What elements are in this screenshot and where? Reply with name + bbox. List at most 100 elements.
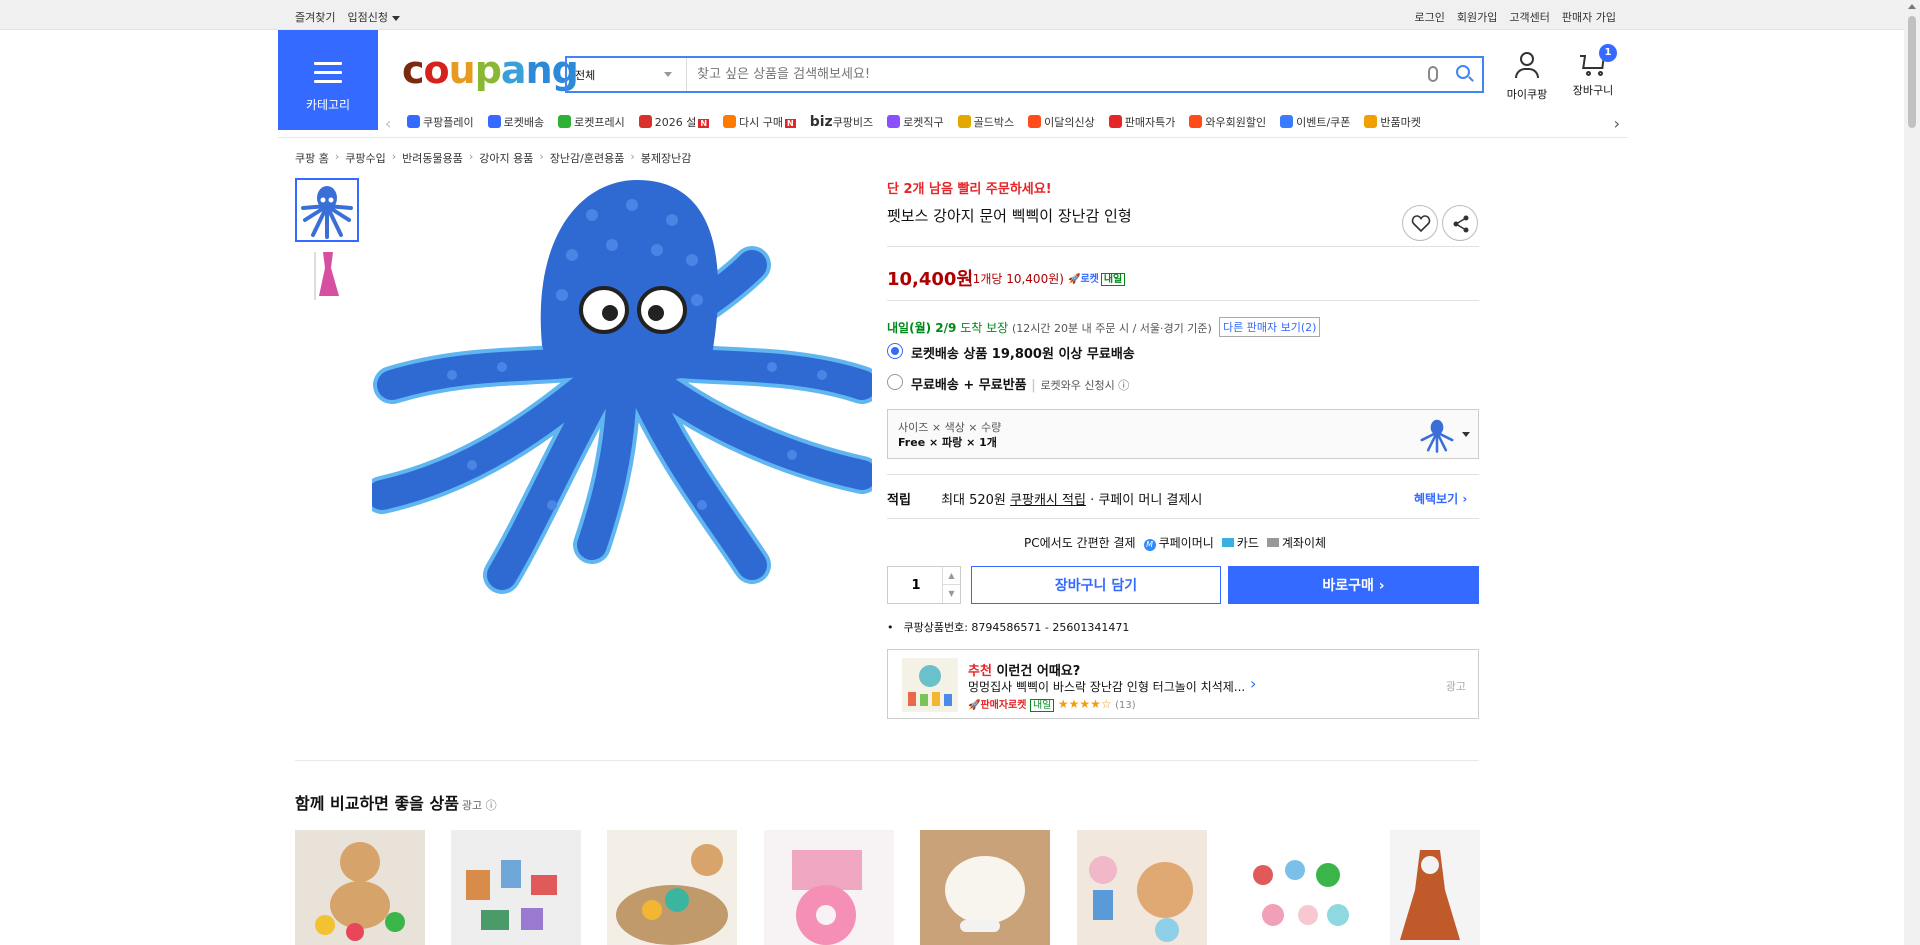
option-rocket-radio[interactable] — [887, 343, 903, 359]
search-scope-select[interactable]: 전체 — [567, 58, 687, 91]
wishlist-button[interactable] — [1402, 205, 1438, 241]
share-icon — [1453, 215, 1469, 233]
scroll-up-icon[interactable] — [1908, 4, 1916, 9]
compare-product-image[interactable] — [1390, 830, 1480, 945]
seller-apply-label: 입점신청 — [347, 11, 388, 24]
nav-item-icon — [1189, 115, 1203, 128]
add-to-cart-button[interactable]: 장바구니 담기 — [971, 566, 1221, 604]
nav-item-label: 다시 구매 — [739, 116, 784, 129]
nav-item[interactable]: 쿠팡플레이 — [407, 114, 474, 130]
divider — [887, 474, 1479, 475]
scrollbar-thumb[interactable] — [1908, 16, 1916, 128]
page-scrollbar[interactable] — [1904, 0, 1920, 945]
breadcrumb-separator-icon: › — [391, 150, 397, 163]
nav-item[interactable]: 골드박스 — [957, 114, 1014, 130]
variant-header: 사이즈 × 색상 × 수량 — [898, 421, 1002, 434]
pay-transfer-label: 계좌이체 — [1281, 536, 1327, 550]
compare-product-image[interactable] — [1233, 830, 1363, 945]
quantity-input[interactable] — [888, 567, 944, 603]
nav-item[interactable]: 로켓배송 — [487, 114, 544, 130]
cart-button[interactable]: 1 장바구니 — [1563, 44, 1623, 98]
nav-next-icon[interactable]: › — [1614, 114, 1620, 133]
pay-coupay-label: 쿠페이머니 — [1158, 536, 1214, 550]
coupang-logo[interactable]: coupang — [402, 48, 579, 92]
recommend-heading: 이런건 어때요? — [996, 664, 1081, 679]
breadcrumb-link[interactable]: 봉제장난감 — [641, 150, 692, 166]
quantity-up-icon[interactable]: ▲ — [942, 567, 960, 585]
nav-item[interactable]: 다시 구매 N — [723, 114, 796, 130]
signup-link[interactable]: 회원가입 — [1457, 9, 1497, 25]
nav-item[interactable]: biz쿠팡비즈 — [810, 114, 873, 130]
nav-item-label: 판매자특가 — [1124, 116, 1176, 129]
reward-label: 적립 — [887, 493, 911, 508]
nav-item-label: 이벤트/쿠폰 — [1296, 116, 1351, 129]
buy-now-button[interactable]: 바로구매 › — [1228, 566, 1479, 604]
breadcrumb-link[interactable]: 강아지 용품 — [479, 150, 533, 166]
nav-item[interactable]: 로켓직구 — [887, 114, 944, 130]
section-divider — [295, 760, 1479, 761]
stock-urgency-text: 단 2개 남음 빨리 주문하세요! — [887, 182, 1052, 197]
benefit-link[interactable]: 혜택보기 › — [1414, 490, 1467, 507]
product-main-image[interactable] — [372, 175, 872, 675]
thumbnail-pink-toy[interactable] — [295, 246, 359, 310]
breadcrumb-link[interactable]: 쿠팡수입 — [345, 150, 385, 166]
microphone-icon[interactable] — [1428, 66, 1438, 82]
compare-title-text: 함께 비교하면 좋을 상품 — [295, 794, 459, 813]
nav-item-icon — [558, 115, 572, 128]
compare-product-image[interactable] — [764, 830, 894, 945]
card-icon — [1221, 538, 1234, 547]
thumbnail-octopus[interactable] — [295, 178, 359, 242]
compare-product-image[interactable] — [607, 830, 737, 945]
nav-item[interactable]: 판매자특가 — [1108, 114, 1176, 130]
share-button[interactable] — [1442, 205, 1478, 241]
price: 10,400원 — [887, 269, 974, 290]
recommend-tag: 추천 — [968, 664, 992, 679]
compare-product-image[interactable] — [451, 830, 581, 945]
search-icon[interactable] — [1456, 65, 1470, 79]
quantity-down-icon[interactable]: ▼ — [942, 585, 960, 603]
nav-item-label: 로켓프레시 — [574, 116, 625, 129]
wow-signup-note: 로켓와우 신청시 ⓘ — [1040, 379, 1130, 392]
favorites-link[interactable]: 즐겨찾기 — [295, 9, 335, 25]
compare-product-image[interactable] — [920, 830, 1050, 945]
option-free-radio[interactable] — [887, 374, 903, 390]
category-button[interactable]: 카테고리 — [278, 30, 378, 130]
recommendation-card[interactable]: 추천 이런건 어때요? 멍멍집사 삑삑이 바스락 장난감 인형 터그놀이 치석제… — [887, 649, 1479, 719]
person-icon — [1497, 52, 1557, 78]
breadcrumb-separator-icon: › — [539, 150, 544, 163]
my-coupang-button[interactable]: 마이쿠팡 — [1497, 52, 1557, 102]
top-utility-bar: 즐겨찾기 입점신청 로그인 회원가입 고객센터 판매자 가입 — [0, 0, 1904, 30]
chevron-right-icon[interactable]: › — [1250, 674, 1256, 693]
nav-item-icon — [1280, 115, 1294, 128]
nav-item[interactable]: 이달의신상 — [1028, 114, 1095, 130]
nav-item-icon — [1364, 115, 1378, 128]
nav-item-icon — [1028, 115, 1042, 128]
nav-item-icon — [723, 115, 737, 128]
coupang-cash-link[interactable]: 쿠팡캐시 적립 — [1010, 493, 1086, 508]
product-title: 펫보스 강아지 문어 삑삑이 장난감 인형 — [887, 207, 1132, 225]
login-link[interactable]: 로그인 — [1415, 9, 1445, 25]
delivery-date: 내일(월) 2/9 — [887, 321, 957, 335]
nav-item[interactable]: 2026 설N — [638, 114, 710, 130]
variant-value: Free × 파랑 × 1개 — [898, 436, 997, 449]
divider — [887, 246, 1479, 247]
other-sellers-button[interactable]: 다른 판매자 보기(2) — [1219, 317, 1321, 337]
breadcrumb-link[interactable]: 쿠팡 홈 — [295, 150, 329, 166]
breadcrumb-link[interactable]: 반려동물용품 — [402, 150, 463, 166]
nav-item[interactable]: 와우회원할인 — [1189, 114, 1266, 130]
nav-item[interactable]: 반품마켓 — [1364, 114, 1421, 130]
compare-product-image[interactable] — [1077, 830, 1207, 945]
breadcrumb-link[interactable]: 장난감/훈련용품 — [550, 150, 625, 166]
rocket-label: 로켓 — [1080, 274, 1099, 285]
nav-item[interactable]: 이벤트/쿠폰 — [1280, 114, 1350, 130]
search-input[interactable] — [695, 62, 1395, 87]
nav-item[interactable]: 로켓프레시 — [558, 114, 625, 130]
nav-divider — [278, 137, 1628, 138]
seller-signup-link[interactable]: 판매자 가입 — [1562, 9, 1616, 25]
nav-prev-icon[interactable]: ‹ — [385, 114, 391, 133]
nav-item-label: 쿠팡비즈 — [832, 116, 874, 129]
compare-product-image[interactable] — [295, 830, 425, 945]
customer-center-link[interactable]: 고객센터 — [1509, 9, 1549, 25]
variant-selector[interactable]: 사이즈 × 색상 × 수량 Free × 파랑 × 1개 — [887, 409, 1479, 459]
seller-apply-link[interactable]: 입점신청 — [347, 9, 400, 25]
